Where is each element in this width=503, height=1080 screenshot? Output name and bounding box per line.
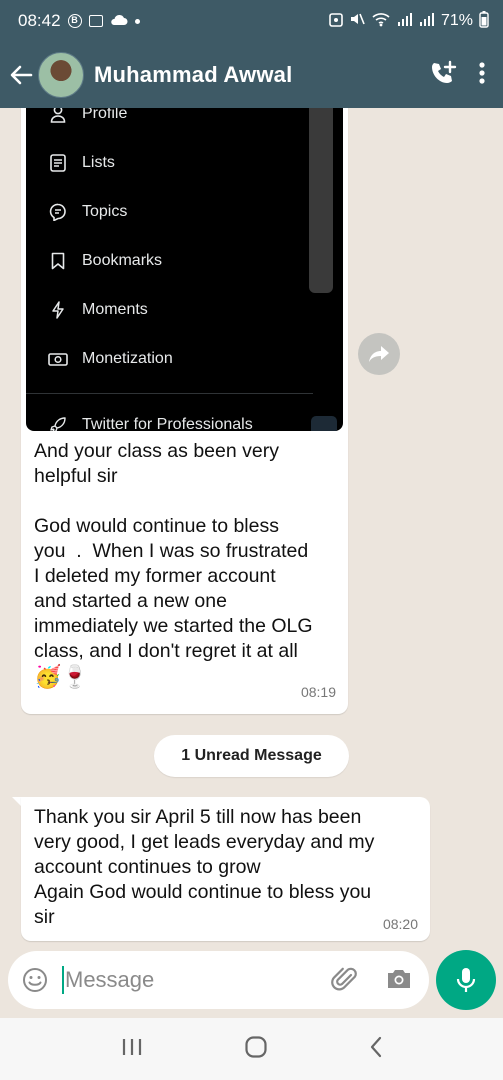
wifi-icon xyxy=(371,11,391,32)
message-input[interactable]: Message xyxy=(65,967,154,993)
chat-header: Muhammad Awwal xyxy=(0,42,503,108)
rocket-icon xyxy=(48,415,68,431)
menu-item-monetization: Monetization xyxy=(48,349,173,369)
text-cursor xyxy=(62,966,64,994)
message-time: 08:19 xyxy=(300,684,336,700)
kebab-menu-icon xyxy=(479,61,485,84)
camera-icon xyxy=(388,970,410,988)
cloud-icon xyxy=(110,11,128,31)
gallery-notification-icon xyxy=(88,15,103,27)
recents-icon xyxy=(122,1038,141,1055)
more-options-button[interactable] xyxy=(479,61,485,90)
microphone-icon xyxy=(456,968,476,992)
notification-b-icon: B xyxy=(67,14,82,28)
emoji-icon xyxy=(23,968,47,992)
composer-bar: Message xyxy=(0,948,503,1018)
mute-icon xyxy=(349,11,365,32)
signal-2-icon xyxy=(419,12,435,31)
forward-button[interactable] xyxy=(358,333,400,375)
message-time: 08:20 xyxy=(382,916,418,932)
list-icon xyxy=(48,153,68,173)
lightning-icon xyxy=(48,300,68,320)
menu-item-twitter-for-professionals: Twitter for Professionals xyxy=(48,415,253,431)
home-icon xyxy=(244,1035,267,1058)
add-call-button[interactable] xyxy=(429,60,457,91)
menu-item-profile: Profile xyxy=(48,108,127,124)
menu-item-moments: Moments xyxy=(48,300,148,320)
image-scroll-area xyxy=(309,108,333,293)
recent-apps-button[interactable] xyxy=(121,1037,143,1062)
menu-divider xyxy=(26,393,313,394)
person-icon xyxy=(48,108,68,124)
signal-1-icon xyxy=(397,12,413,31)
status-bar: 08:42 B 71% xyxy=(0,0,503,42)
phone-plus-icon xyxy=(432,60,457,83)
battery-level: 71% xyxy=(440,12,473,29)
menu-item-lists: Lists xyxy=(48,153,115,173)
message-bubble[interactable]: Thank you sir April 5 till now has been … xyxy=(21,797,430,941)
chat-area[interactable]: Profile Lists Topics Bookmarks Moments M… xyxy=(0,108,503,948)
message-text: Thank you sir April 5 till now has been … xyxy=(34,806,375,928)
topics-icon xyxy=(48,202,68,222)
shared-image[interactable]: Profile Lists Topics Bookmarks Moments M… xyxy=(26,108,343,431)
contact-avatar[interactable] xyxy=(38,52,84,98)
message-bubble[interactable]: Profile Lists Topics Bookmarks Moments M… xyxy=(21,108,348,714)
message-emojis: 🥳🍷 xyxy=(34,664,89,689)
battery-icon xyxy=(479,10,489,33)
status-time: 08:42 xyxy=(18,11,61,30)
more-notifications-dot-icon xyxy=(134,18,140,24)
menu-item-topics: Topics xyxy=(48,202,127,222)
money-icon xyxy=(48,349,68,369)
attach-button[interactable] xyxy=(331,966,359,999)
emoji-button[interactable] xyxy=(8,967,62,993)
back-nav-button[interactable] xyxy=(369,1036,383,1063)
message-text: And your class as been very helpful sir … xyxy=(34,440,313,662)
chevron-left-icon xyxy=(370,1036,381,1057)
unread-messages-banner: 1 Unread Message xyxy=(154,735,349,777)
system-nav-bar xyxy=(0,1018,503,1080)
contact-name[interactable]: Muhammad Awwal xyxy=(94,62,292,88)
back-button[interactable] xyxy=(4,42,38,108)
paperclip-icon xyxy=(331,967,357,991)
alarm-icon xyxy=(329,11,343,32)
forward-arrow-icon xyxy=(369,346,389,362)
menu-item-bookmarks: Bookmarks xyxy=(48,251,162,271)
bookmark-icon xyxy=(48,251,68,271)
voice-message-button[interactable] xyxy=(436,950,496,1010)
message-input-container[interactable]: Message xyxy=(8,951,429,1009)
image-floating-element xyxy=(311,416,337,431)
camera-button[interactable] xyxy=(385,966,413,997)
back-arrow-icon xyxy=(10,65,33,85)
home-button[interactable] xyxy=(244,1035,268,1064)
